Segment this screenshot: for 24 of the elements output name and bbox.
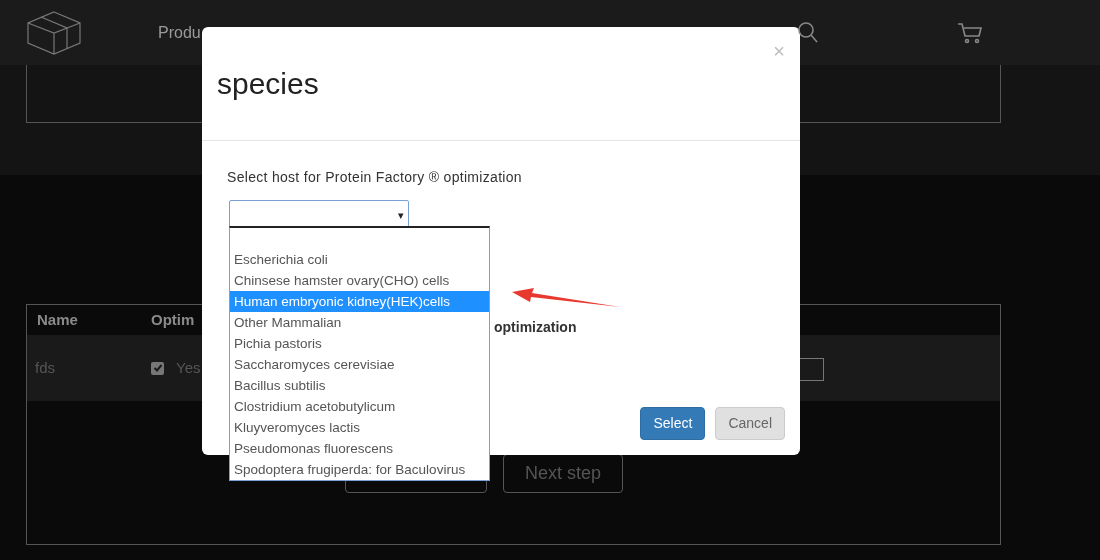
dropdown-option[interactable]: Pseudomonas fluorescens bbox=[230, 438, 489, 459]
dropdown-option[interactable]: Chinsese hamster ovary(CHO) cells bbox=[230, 270, 489, 291]
field-label: Select host for Protein Factory ® optimization bbox=[227, 168, 523, 187]
dropdown-option[interactable]: Saccharomyces cerevisiae bbox=[230, 354, 489, 375]
modal-title: species bbox=[217, 66, 319, 102]
nav-link[interactable]: Produ bbox=[158, 20, 201, 45]
dropdown-option[interactable]: Bacillus subtilis bbox=[230, 375, 489, 396]
dropdown-option[interactable]: Pichia pastoris bbox=[230, 333, 489, 354]
select-button[interactable]: Select bbox=[640, 407, 706, 440]
dropdown-option[interactable]: Other Mammalian bbox=[230, 312, 489, 333]
dropdown-option[interactable]: Escherichia coli bbox=[230, 249, 489, 270]
dropdown-option[interactable]: Clostridium acetobutylicum bbox=[230, 396, 489, 417]
dropdown-option[interactable]: Spodoptera frugiperda: for Baculovirus bbox=[230, 459, 489, 480]
cart-icon[interactable] bbox=[957, 22, 983, 44]
search-icon[interactable] bbox=[798, 22, 818, 44]
cancel-button[interactable]: Cancel bbox=[715, 407, 785, 440]
cube-logo-icon[interactable] bbox=[26, 10, 82, 55]
dropdown-option[interactable]: Kluyveromyces lactis bbox=[230, 417, 489, 438]
checkbox[interactable] bbox=[151, 361, 164, 375]
table-cell-text: Yes bbox=[176, 357, 201, 378]
column-header: Optim bbox=[151, 309, 195, 330]
column-header: Name bbox=[37, 309, 79, 330]
field-label: optimization bbox=[494, 318, 577, 337]
table-cell-text: fds bbox=[35, 357, 56, 378]
